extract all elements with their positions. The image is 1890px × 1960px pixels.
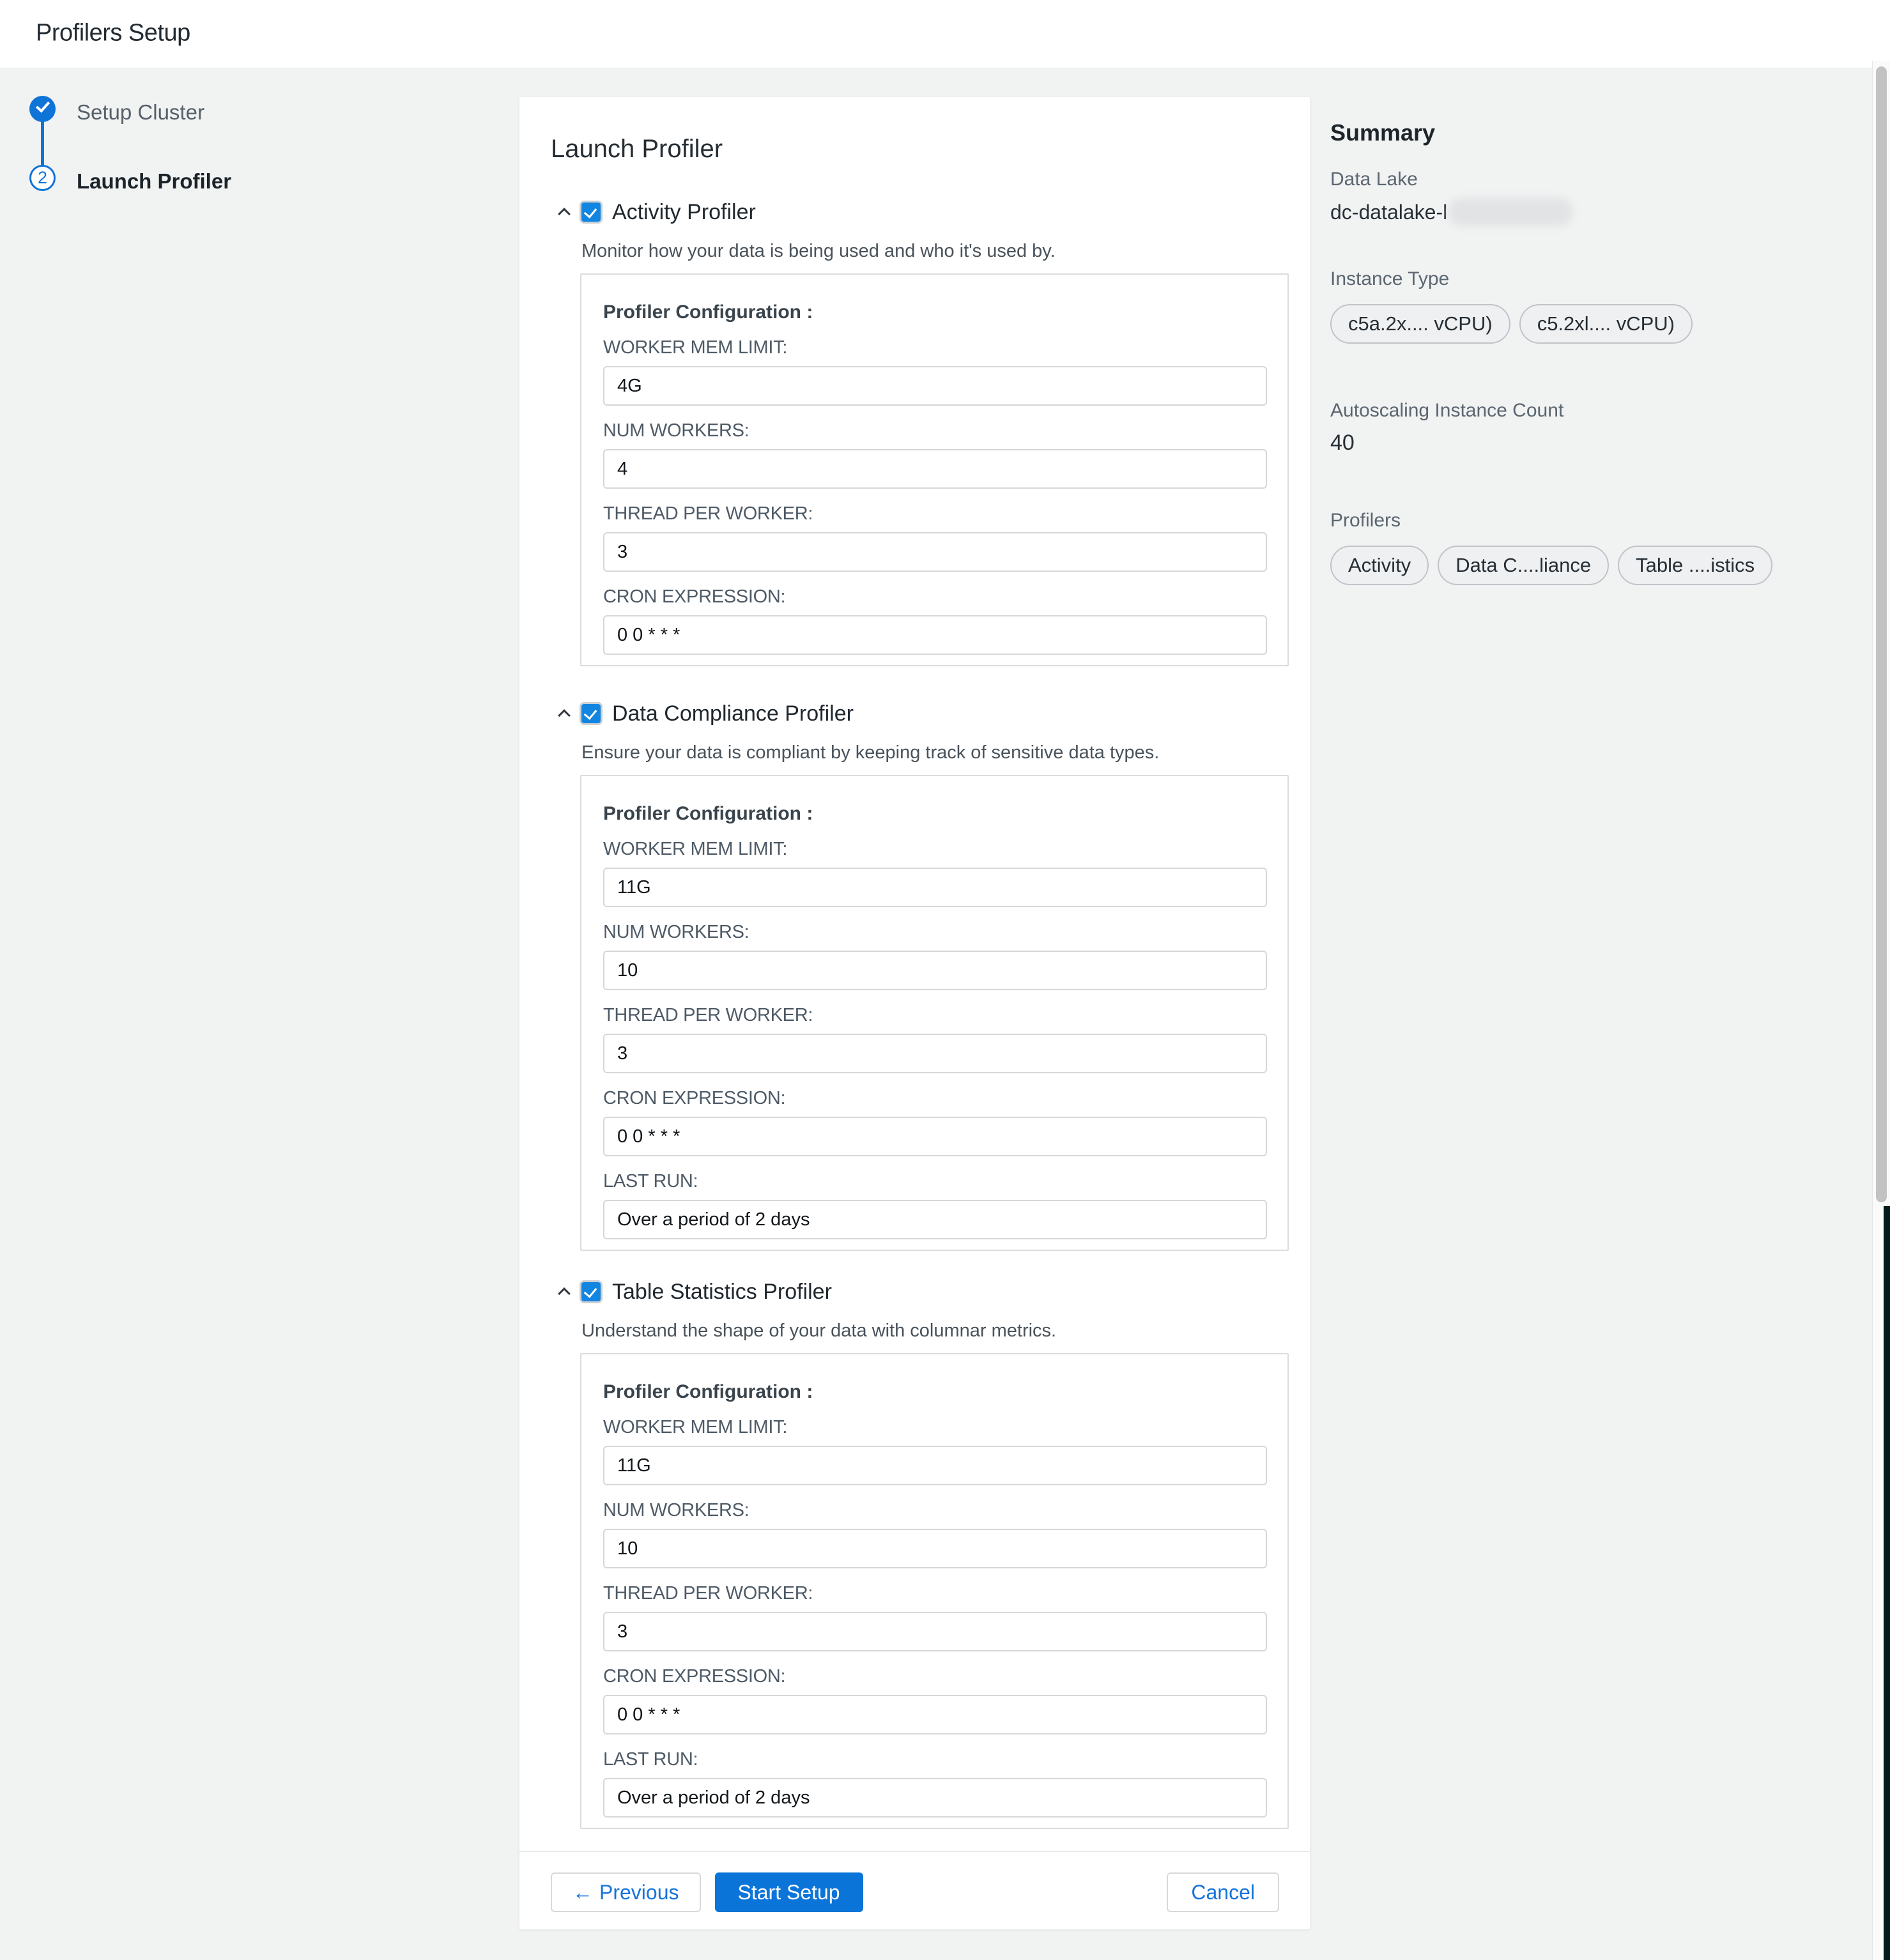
- panel-title: Launch Profiler: [551, 134, 1289, 164]
- field-worker-mem-limit: WORKER MEM LIMIT:: [603, 1418, 1267, 1485]
- profiler-config-box: Profiler Configuration : WORKER MEM LIMI…: [580, 1353, 1289, 1829]
- page-title: Profilers Setup: [36, 20, 190, 47]
- dark-edge-strip: [1884, 1206, 1890, 1960]
- field-cron-expression: CRON EXPRESSION:: [603, 587, 1267, 655]
- profiler-config-box: Profiler Configuration : WORKER MEM LIMI…: [580, 273, 1289, 666]
- sidebar-item-launch-profiler[interactable]: Launch Profiler: [77, 169, 231, 194]
- last-run-input[interactable]: [603, 1778, 1267, 1818]
- config-title: Profiler Configuration :: [603, 1382, 1267, 1402]
- launch-profiler-panel: Launch Profiler Activity Profiler Monito…: [519, 97, 1310, 1929]
- worker-mem-limit-input[interactable]: [603, 366, 1267, 406]
- instance-type-label: Instance Type: [1330, 268, 1841, 290]
- section-description: Ensure your data is compliant by keeping…: [581, 742, 1289, 763]
- thread-per-worker-input[interactable]: [603, 1612, 1267, 1651]
- section-activity-profiler: Activity Profiler Monitor how your data …: [551, 198, 1289, 666]
- autoscaling-count-value: 40: [1330, 431, 1841, 455]
- cancel-button[interactable]: Cancel: [1167, 1872, 1279, 1912]
- cron-expression-input[interactable]: [603, 1117, 1267, 1156]
- table-statistics-profiler-checkbox[interactable]: [581, 1282, 601, 1301]
- arrow-left-icon: ←: [572, 1881, 593, 1904]
- section-title: Activity Profiler: [612, 200, 756, 225]
- config-title: Profiler Configuration :: [603, 804, 1267, 824]
- field-cron-expression: CRON EXPRESSION:: [603, 1667, 1267, 1734]
- num-workers-input[interactable]: [603, 1529, 1267, 1568]
- field-last-run: LAST RUN:: [603, 1750, 1267, 1818]
- cron-expression-input[interactable]: [603, 1695, 1267, 1734]
- data-lake-value: dc-datalake-l: [1330, 200, 1447, 224]
- instance-type-chip: c5a.2x.... vCPU): [1330, 304, 1510, 344]
- summary-panel: Summary Data Lake dc-datalake-l Instance…: [1330, 120, 1841, 585]
- step-number-circle[interactable]: 2: [29, 165, 56, 191]
- profiler-chip: Activity: [1330, 546, 1429, 585]
- data-lake-label: Data Lake: [1330, 169, 1841, 190]
- profilers-label: Profilers: [1330, 510, 1841, 532]
- sidebar-item-setup-cluster[interactable]: Setup Cluster: [77, 100, 204, 125]
- thread-per-worker-input[interactable]: [603, 1034, 1267, 1073]
- field-thread-per-worker: THREAD PER WORKER:: [603, 1584, 1267, 1651]
- field-num-workers: NUM WORKERS:: [603, 1501, 1267, 1568]
- field-cron-expression: CRON EXPRESSION:: [603, 1089, 1267, 1156]
- field-worker-mem-limit: WORKER MEM LIMIT:: [603, 839, 1267, 907]
- previous-button[interactable]: ← Previous: [551, 1872, 701, 1912]
- data-compliance-profiler-checkbox[interactable]: [581, 704, 601, 723]
- collapse-caret-icon[interactable]: [558, 1285, 571, 1298]
- stepper-connector: [41, 121, 44, 166]
- section-title: Table Statistics Profiler: [612, 1280, 832, 1305]
- instance-type-chip: c5.2xl.... vCPU): [1519, 304, 1693, 344]
- field-num-workers: NUM WORKERS:: [603, 421, 1267, 489]
- autoscaling-count-label: Autoscaling Instance Count: [1330, 400, 1841, 422]
- instance-type-chips: c5a.2x.... vCPU) c5.2xl.... vCPU): [1330, 304, 1841, 344]
- section-title: Data Compliance Profiler: [612, 701, 854, 726]
- field-num-workers: NUM WORKERS:: [603, 923, 1267, 990]
- step-complete-check-icon[interactable]: [29, 96, 56, 122]
- app-header: Profilers Setup: [0, 0, 1890, 68]
- wizard-footer: ← Previous Start Setup Cancel: [519, 1852, 1310, 1912]
- field-last-run: LAST RUN:: [603, 1172, 1267, 1239]
- redacted-value: [1448, 198, 1573, 226]
- num-workers-input[interactable]: [603, 951, 1267, 990]
- activity-profiler-checkbox[interactable]: [581, 203, 601, 222]
- worker-mem-limit-input[interactable]: [603, 868, 1267, 907]
- field-thread-per-worker: THREAD PER WORKER:: [603, 504, 1267, 572]
- section-description: Understand the shape of your data with c…: [581, 1320, 1289, 1342]
- collapse-caret-icon[interactable]: [558, 707, 571, 720]
- profiler-config-box: Profiler Configuration : WORKER MEM LIMI…: [580, 775, 1289, 1251]
- field-worker-mem-limit: WORKER MEM LIMIT:: [603, 338, 1267, 406]
- config-title: Profiler Configuration :: [603, 302, 1267, 323]
- scrollbar-thumb[interactable]: [1876, 66, 1887, 1202]
- profiler-chip: Data C....liance: [1438, 546, 1609, 585]
- section-table-statistics-profiler: Table Statistics Profiler Understand the…: [551, 1278, 1289, 1829]
- field-thread-per-worker: THREAD PER WORKER:: [603, 1006, 1267, 1073]
- num-workers-input[interactable]: [603, 449, 1267, 489]
- step-number: 2: [38, 168, 47, 188]
- start-setup-button[interactable]: Start Setup: [715, 1872, 863, 1912]
- cron-expression-input[interactable]: [603, 615, 1267, 655]
- profilers-chips: Activity Data C....liance Table ....isti…: [1330, 546, 1841, 585]
- section-data-compliance-profiler: Data Compliance Profiler Ensure your dat…: [551, 700, 1289, 1251]
- collapse-caret-icon[interactable]: [558, 206, 571, 218]
- thread-per-worker-input[interactable]: [603, 532, 1267, 572]
- section-description: Monitor how your data is being used and …: [581, 240, 1289, 262]
- summary-title: Summary: [1330, 120, 1841, 146]
- worker-mem-limit-input[interactable]: [603, 1446, 1267, 1485]
- profiler-chip: Table ....istics: [1618, 546, 1772, 585]
- last-run-input[interactable]: [603, 1200, 1267, 1239]
